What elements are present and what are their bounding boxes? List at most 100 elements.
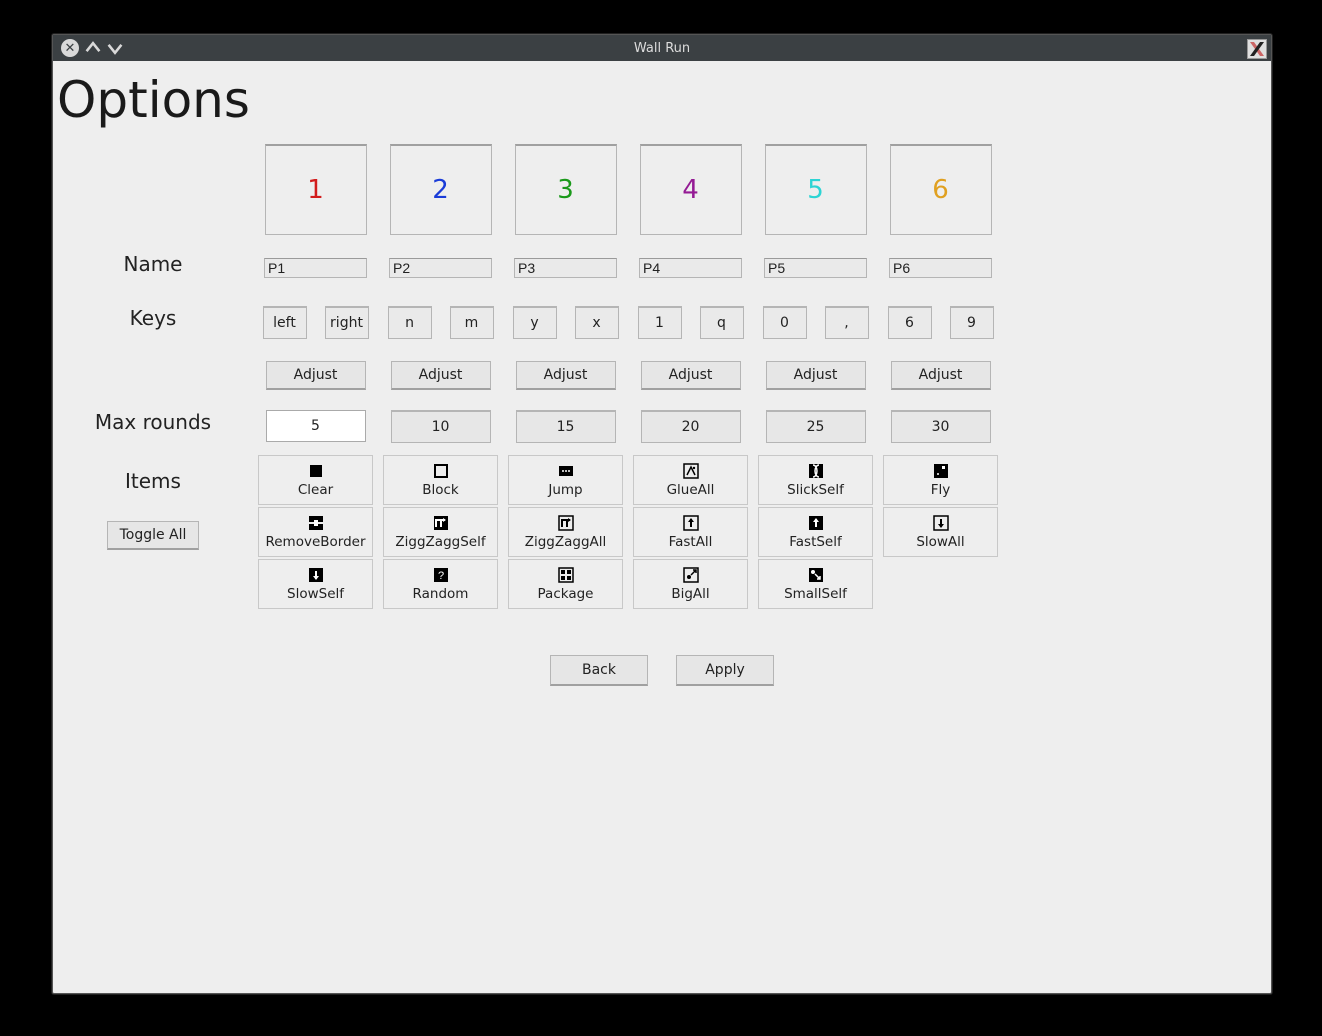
item-removeborder[interactable]: RemoveBorder xyxy=(258,507,373,557)
player-num: 4 xyxy=(682,175,699,205)
player-box-5[interactable]: 5 xyxy=(765,144,867,235)
bigall-icon xyxy=(682,566,700,584)
adjust-button-p3[interactable]: Adjust xyxy=(516,361,616,390)
name-input-p2[interactable] xyxy=(389,258,492,278)
item-fastself[interactable]: FastSelf xyxy=(758,507,873,557)
fastall-icon xyxy=(682,514,700,532)
key-right-p5[interactable]: , xyxy=(825,306,869,339)
fastself-icon xyxy=(807,514,825,532)
player-num: 6 xyxy=(932,175,949,205)
toggle-all-button[interactable]: Toggle All xyxy=(107,521,200,550)
glueall-icon xyxy=(682,462,700,480)
fly-icon xyxy=(932,462,950,480)
key-left-p2[interactable]: n xyxy=(388,306,432,339)
item-package[interactable]: Package xyxy=(508,559,623,609)
key-right-p2[interactable]: m xyxy=(450,306,494,339)
item-label: Random xyxy=(413,586,469,602)
item-fly[interactable]: Fly xyxy=(883,455,998,505)
item-label: Block xyxy=(422,482,459,498)
ziggzaggall-icon xyxy=(557,514,575,532)
label-keys: Keys xyxy=(53,293,253,343)
item-label: GlueAll xyxy=(667,482,715,498)
adjust-button-p1[interactable]: Adjust xyxy=(266,361,366,390)
key-right-p6[interactable]: 9 xyxy=(950,306,994,339)
rounds-30[interactable]: 30 xyxy=(891,410,991,443)
adjust-button-p5[interactable]: Adjust xyxy=(766,361,866,390)
item-clear[interactable]: Clear xyxy=(258,455,373,505)
key-right-p4[interactable]: q xyxy=(700,306,744,339)
titlebar: ✕ Wall Run xyxy=(53,35,1271,61)
jump-icon xyxy=(557,462,575,480)
item-slowself[interactable]: SlowSelf xyxy=(258,559,373,609)
rounds-10[interactable]: 10 xyxy=(391,410,491,443)
item-label: Fly xyxy=(931,482,951,498)
key-right-p3[interactable]: x xyxy=(575,306,619,339)
apply-button[interactable]: Apply xyxy=(676,655,774,686)
x11-logo-icon xyxy=(1247,39,1267,59)
name-input-p5[interactable] xyxy=(764,258,867,278)
smallself-icon xyxy=(807,566,825,584)
key-left-p1[interactable]: left xyxy=(263,306,307,339)
rounds-15[interactable]: 15 xyxy=(516,410,616,443)
item-slickself[interactable]: SlickSelf xyxy=(758,455,873,505)
item-label: Jump xyxy=(548,482,582,498)
package-icon xyxy=(557,566,575,584)
item-ziggzaggself[interactable]: ZiggZaggSelf xyxy=(383,507,498,557)
item-slowall[interactable]: SlowAll xyxy=(883,507,998,557)
player-box-4[interactable]: 4 xyxy=(640,144,742,235)
item-ziggzaggall[interactable]: ZiggZaggAll xyxy=(508,507,623,557)
player-num: 5 xyxy=(807,175,824,205)
item-bigall[interactable]: BigAll xyxy=(633,559,748,609)
item-smallself[interactable]: SmallSelf xyxy=(758,559,873,609)
item-label: Package xyxy=(538,586,594,602)
key-left-p5[interactable]: 0 xyxy=(763,306,807,339)
item-label: FastAll xyxy=(669,534,713,550)
player-num: 3 xyxy=(557,175,574,205)
app-window: ✕ Wall Run Options 1 xyxy=(52,34,1272,994)
name-input-p4[interactable] xyxy=(639,258,742,278)
rounds-20[interactable]: 20 xyxy=(641,410,741,443)
key-left-p6[interactable]: 6 xyxy=(888,306,932,339)
ziggzaggself-icon xyxy=(432,514,450,532)
removeborder-icon xyxy=(307,514,325,532)
adjust-button-p2[interactable]: Adjust xyxy=(391,361,491,390)
label-name: Name xyxy=(53,243,253,285)
item-glueall[interactable]: GlueAll xyxy=(633,455,748,505)
item-label: SlowSelf xyxy=(287,586,344,602)
player-box-3[interactable]: 3 xyxy=(515,144,617,235)
item-label: ZiggZaggAll xyxy=(525,534,607,550)
item-label: SlickSelf xyxy=(787,482,844,498)
item-random[interactable]: ? Random xyxy=(383,559,498,609)
player-box-1[interactable]: 1 xyxy=(265,144,367,235)
window-title: Wall Run xyxy=(53,41,1271,56)
player-box-2[interactable]: 2 xyxy=(390,144,492,235)
slowall-icon xyxy=(932,514,950,532)
back-button[interactable]: Back xyxy=(550,655,648,686)
key-left-p3[interactable]: y xyxy=(513,306,557,339)
key-right-p1[interactable]: right xyxy=(325,306,369,339)
label-max-rounds: Max rounds xyxy=(53,399,253,445)
name-input-p6[interactable] xyxy=(889,258,992,278)
random-icon: ? xyxy=(432,566,450,584)
item-label: SlowAll xyxy=(916,534,964,550)
rounds-25[interactable]: 25 xyxy=(766,410,866,443)
name-input-p1[interactable] xyxy=(264,258,367,278)
adjust-button-p4[interactable]: Adjust xyxy=(641,361,741,390)
key-left-p4[interactable]: 1 xyxy=(638,306,682,339)
svg-text:?: ? xyxy=(437,570,443,582)
player-num: 1 xyxy=(307,175,324,205)
clear-icon xyxy=(307,462,325,480)
item-label: Clear xyxy=(298,482,333,498)
label-items: Items xyxy=(125,469,181,493)
adjust-button-p6[interactable]: Adjust xyxy=(891,361,991,390)
item-fastall[interactable]: FastAll xyxy=(633,507,748,557)
block-icon xyxy=(432,462,450,480)
rounds-5[interactable]: 5 xyxy=(266,410,366,442)
player-box-6[interactable]: 6 xyxy=(890,144,992,235)
name-input-p3[interactable] xyxy=(514,258,617,278)
item-block[interactable]: Block xyxy=(383,455,498,505)
item-label: SmallSelf xyxy=(784,586,847,602)
slickself-icon xyxy=(807,462,825,480)
item-jump[interactable]: Jump xyxy=(508,455,623,505)
slowself-icon xyxy=(307,566,325,584)
